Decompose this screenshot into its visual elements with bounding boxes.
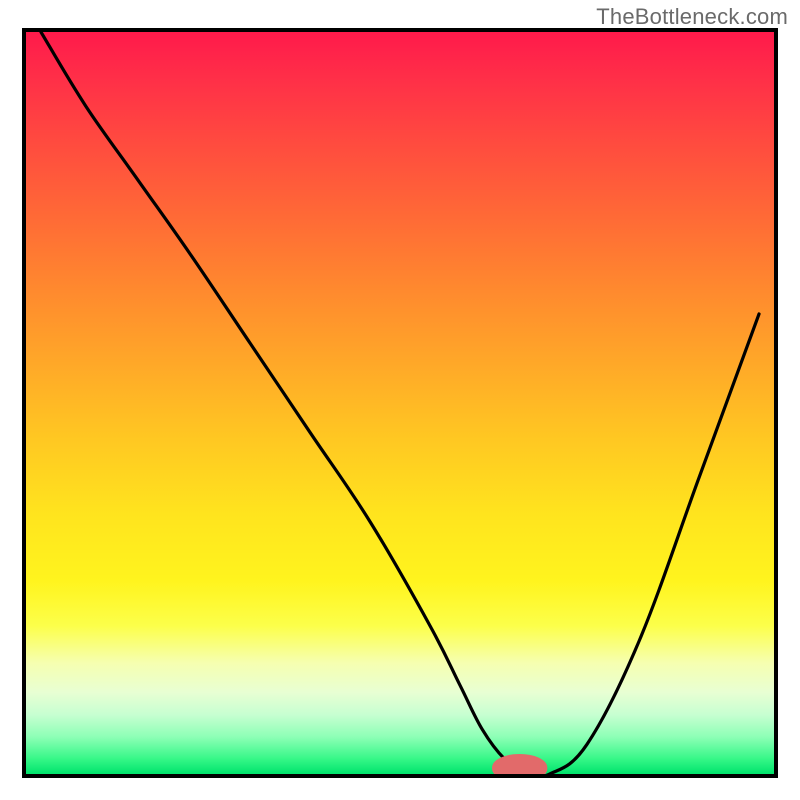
minimum-marker — [496, 758, 544, 774]
plot-frame — [22, 28, 778, 778]
chart-container: TheBottleneck.com — [0, 0, 800, 800]
watermark-text: TheBottleneck.com — [596, 4, 788, 30]
bottleneck-curve — [41, 32, 759, 774]
curve-layer — [26, 32, 774, 774]
